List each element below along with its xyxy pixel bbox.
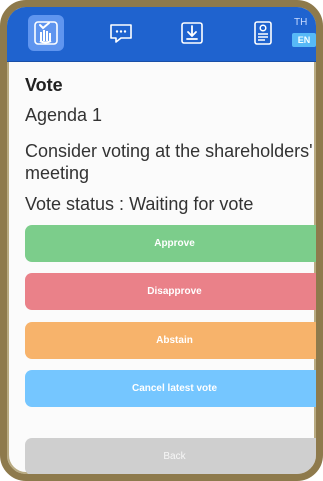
abstain-button[interactable]: Abstain: [25, 322, 316, 359]
language-option-th[interactable]: TH: [294, 17, 307, 28]
phone-frame: TH EN Vote Agenda 1 Consider voting at t…: [0, 0, 323, 481]
chat-tab-button[interactable]: [103, 15, 139, 51]
page-title: Vote: [25, 75, 63, 95]
vote-tab-button[interactable]: [28, 15, 64, 51]
top-toolbar: TH EN: [7, 7, 316, 62]
back-button[interactable]: Back: [25, 438, 316, 474]
approve-button[interactable]: Approve: [25, 225, 316, 262]
download-tab-button[interactable]: [174, 15, 210, 51]
profile-tab-button[interactable]: [245, 15, 281, 51]
cancel-vote-button[interactable]: Cancel latest vote: [25, 370, 316, 407]
chat-bubble-icon: [110, 24, 132, 43]
hand-check-icon: [34, 21, 58, 45]
id-card-icon: [254, 21, 272, 45]
agenda-label: Agenda 1: [25, 105, 103, 125]
agenda-description: Consider voting at the shareholders' mee…: [25, 141, 313, 183]
vote-status: Vote status : Waiting for vote: [25, 194, 254, 214]
disapprove-button[interactable]: Disapprove: [25, 273, 316, 310]
download-icon: [181, 22, 203, 44]
language-option-en[interactable]: EN: [292, 33, 316, 47]
language-switcher[interactable]: TH EN: [292, 17, 316, 47]
